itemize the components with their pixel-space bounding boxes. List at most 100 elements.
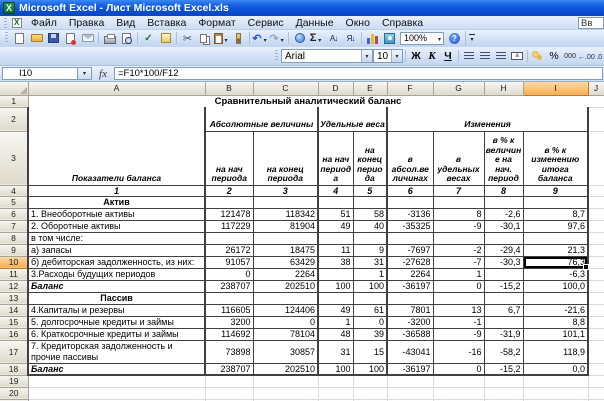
- cell-J11[interactable]: [588, 268, 604, 280]
- column-header-H[interactable]: H: [484, 82, 523, 95]
- row-header-13[interactable]: 13: [0, 292, 28, 304]
- autosum-button[interactable]: [308, 31, 325, 46]
- cell-C4[interactable]: 3: [253, 185, 318, 196]
- cell-D16[interactable]: 48: [318, 328, 353, 340]
- cell-F18[interactable]: -36197: [387, 363, 433, 375]
- spelling-button[interactable]: [140, 31, 157, 46]
- cell-I8[interactable]: [523, 232, 588, 244]
- type-question-box[interactable]: Вв: [578, 17, 604, 29]
- align-left-button[interactable]: [461, 49, 477, 64]
- menu-item-tools[interactable]: Сервис: [242, 16, 290, 29]
- cell-G5[interactable]: [433, 196, 484, 208]
- cell-C7[interactable]: 81904: [253, 220, 318, 232]
- cell-H19[interactable]: [484, 375, 523, 387]
- cell-F7[interactable]: -35325: [387, 220, 433, 232]
- cell-H11[interactable]: [484, 268, 523, 280]
- row-header-15[interactable]: 15: [0, 316, 28, 328]
- row-header-6[interactable]: 6: [0, 208, 28, 220]
- cell-F14[interactable]: 7801: [387, 304, 433, 316]
- row-header-18[interactable]: 18: [0, 363, 28, 375]
- cell-C5[interactable]: [253, 196, 318, 208]
- cell-F19[interactable]: [387, 375, 433, 387]
- cell-B2[interactable]: Абсолютные величины: [205, 107, 318, 131]
- cell-F8[interactable]: [387, 232, 433, 244]
- cell-C11[interactable]: 2264: [253, 268, 318, 280]
- print-button[interactable]: [101, 31, 118, 46]
- cell-I18[interactable]: 0,0: [523, 363, 588, 375]
- cell-D9[interactable]: 11: [318, 244, 353, 256]
- cell-D15[interactable]: 1: [318, 316, 353, 328]
- column-header-B[interactable]: B: [205, 82, 253, 95]
- cell-C20[interactable]: [253, 387, 318, 399]
- cell-A14[interactable]: 4.Капиталы и резервы: [28, 304, 205, 316]
- cell-B6[interactable]: 121478: [205, 208, 253, 220]
- row-header-17[interactable]: 17: [0, 340, 28, 363]
- cell-D3[interactable]: на нач периода: [318, 131, 353, 185]
- cell-F17[interactable]: -43041: [387, 340, 433, 363]
- row-header-11[interactable]: 11: [0, 268, 28, 280]
- cell-A9[interactable]: а) запасы: [28, 244, 205, 256]
- column-header-I[interactable]: I: [523, 82, 588, 95]
- underline-button[interactable]: Ч: [440, 49, 456, 64]
- cell-J4[interactable]: [588, 185, 604, 196]
- cell-A8[interactable]: в том числе:: [28, 232, 205, 244]
- cell-I14[interactable]: -21,6: [523, 304, 588, 316]
- cell-G6[interactable]: 8: [433, 208, 484, 220]
- cell-C8[interactable]: [253, 232, 318, 244]
- cell-C16[interactable]: 78104: [253, 328, 318, 340]
- cell-J5[interactable]: [588, 196, 604, 208]
- menu-item-data[interactable]: Данные: [290, 16, 340, 29]
- cell-I20[interactable]: [523, 387, 588, 399]
- cell-E15[interactable]: 0: [353, 316, 387, 328]
- redo-button[interactable]: [269, 31, 286, 46]
- column-header-G[interactable]: G: [433, 82, 484, 95]
- cell-H5[interactable]: [484, 196, 523, 208]
- research-button[interactable]: [157, 31, 174, 46]
- cell-C17[interactable]: 30857: [253, 340, 318, 363]
- row-header-12[interactable]: 12: [0, 280, 28, 292]
- font-name-select[interactable]: Arial: [281, 49, 373, 63]
- name-box-dropdown[interactable]: [78, 67, 92, 80]
- cell-H13[interactable]: [484, 292, 523, 304]
- cell-G13[interactable]: [433, 292, 484, 304]
- cell-J19[interactable]: [588, 375, 604, 387]
- cell-H18[interactable]: -15,2: [484, 363, 523, 375]
- cell-D17[interactable]: 31: [318, 340, 353, 363]
- column-header-E[interactable]: E: [353, 82, 387, 95]
- currency-button[interactable]: [530, 49, 546, 64]
- column-header-J[interactable]: J: [588, 82, 604, 95]
- cell-I3[interactable]: в % к изменению итога баланса: [523, 131, 588, 185]
- cell-J13[interactable]: [588, 292, 604, 304]
- font-size-select[interactable]: 10: [373, 49, 403, 63]
- menu-item-insert[interactable]: Вставка: [141, 16, 192, 29]
- cell-J3[interactable]: [588, 131, 604, 185]
- cell-J8[interactable]: [588, 232, 604, 244]
- cell-D10[interactable]: 38: [318, 256, 353, 268]
- cell-A4[interactable]: 1: [28, 185, 205, 196]
- cell-A15[interactable]: 5. долгосрочные кредиты и займы: [28, 316, 205, 328]
- cell-E14[interactable]: 61: [353, 304, 387, 316]
- cell-I19[interactable]: [523, 375, 588, 387]
- cell-F16[interactable]: -36588: [387, 328, 433, 340]
- cell-C14[interactable]: 124406: [253, 304, 318, 316]
- cell-J20[interactable]: [588, 387, 604, 399]
- column-header-F[interactable]: F: [387, 82, 433, 95]
- cell-A12[interactable]: Баланс: [28, 280, 205, 292]
- format-painter-button[interactable]: [230, 31, 247, 46]
- insert-function-button[interactable]: fx: [92, 68, 114, 80]
- align-right-button[interactable]: [493, 49, 509, 64]
- row-header-4[interactable]: 4: [0, 185, 28, 196]
- cell-G3[interactable]: в удельных весах: [433, 131, 484, 185]
- cell-A11[interactable]: 3.Расходы будущих периодов: [28, 268, 205, 280]
- cell-E11[interactable]: 1: [353, 268, 387, 280]
- cell-H15[interactable]: [484, 316, 523, 328]
- cell-E10[interactable]: 31: [353, 256, 387, 268]
- cell-A16[interactable]: 6. Краткосрочные кредиты и займы: [28, 328, 205, 340]
- cell-H12[interactable]: -15,2: [484, 280, 523, 292]
- row-header-20[interactable]: 20: [0, 387, 28, 399]
- cell-I9[interactable]: 21,3: [523, 244, 588, 256]
- column-header-C[interactable]: C: [253, 82, 318, 95]
- decrease-decimal-button[interactable]: [595, 49, 604, 64]
- cell-C19[interactable]: [253, 375, 318, 387]
- cell-G12[interactable]: 0: [433, 280, 484, 292]
